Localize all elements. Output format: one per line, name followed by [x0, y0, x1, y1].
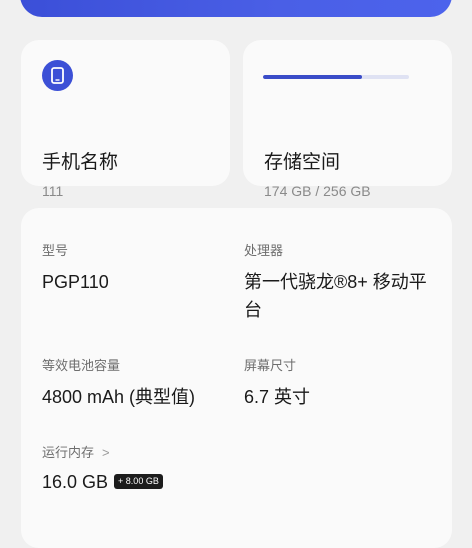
phone-name-title: 手机名称 — [42, 152, 119, 173]
phone-name-value: 111 — [42, 183, 64, 199]
ram-label: 运行内存 — [42, 445, 95, 460]
screen-size-label: 屏幕尺寸 — [244, 358, 297, 373]
device-info-card: 型号 PGP110 处理器 第一代骁龙®8+ 移动平台 等效电池容量 4800 … — [21, 208, 452, 548]
storage-value: 174 GB / 256 GB — [264, 183, 371, 199]
battery-label: 等效电池容量 — [42, 358, 121, 373]
storage-title: 存储空间 — [264, 152, 341, 173]
ram-value-row: 16.0 GB + 8.00 GB — [42, 468, 163, 496]
chevron-right-icon: > — [102, 445, 110, 460]
processor-value: 第一代骁龙®8+ 移动平台 — [244, 272, 427, 320]
model-label: 型号 — [42, 243, 69, 258]
storage-usage-fill — [263, 75, 363, 79]
ram-expansion-badge: + 8.00 GB — [114, 473, 163, 489]
ram-value: 16.0 GB — [42, 472, 109, 492]
phone-icon — [42, 60, 73, 91]
phone-name-card[interactable]: 手机名称 111 — [21, 40, 230, 199]
processor-label: 处理器 — [244, 243, 284, 258]
screen-size-value: 6.7 英寸 — [244, 387, 311, 407]
model-value: PGP110 — [42, 272, 109, 292]
ram-row[interactable]: 运行内存 > — [42, 445, 110, 461]
battery-value: 4800 mAh (典型值) — [42, 387, 196, 407]
storage-card[interactable]: 存储空间 174 GB / 256 GB — [243, 40, 452, 199]
storage-usage-bar — [263, 75, 409, 79]
top-banner — [20, 0, 452, 17]
